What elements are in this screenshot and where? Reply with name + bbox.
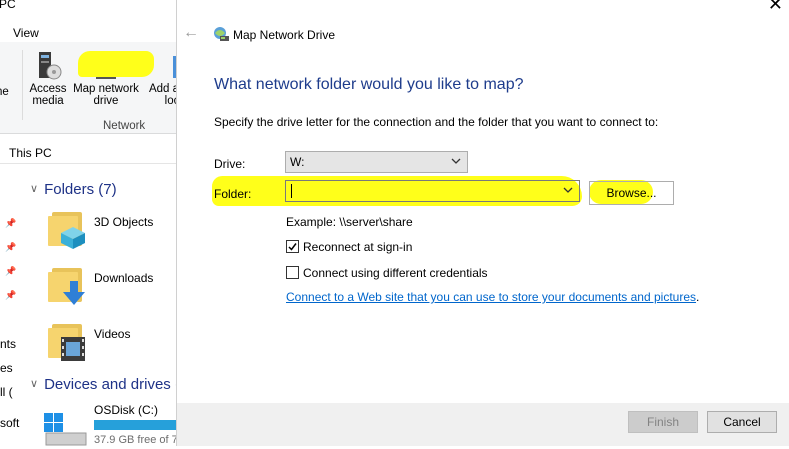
credentials-label: Connect using different credentials bbox=[303, 266, 488, 280]
dialog-instruction: Specify the drive letter for the connect… bbox=[214, 115, 659, 129]
credentials-checkbox[interactable] bbox=[286, 266, 299, 279]
nav-pane-item[interactable]: es bbox=[0, 361, 13, 375]
3d-objects-folder-icon bbox=[48, 208, 88, 249]
folders-group-header[interactable]: ∨ Folders (7) bbox=[30, 181, 117, 198]
chevron-down-icon bbox=[451, 158, 461, 164]
ribbon-highlight-mark bbox=[78, 51, 154, 77]
access-media-label-2: media bbox=[32, 95, 64, 107]
credentials-checkbox-row[interactable]: Connect using different credentials bbox=[286, 266, 488, 280]
cancel-button[interactable]: Cancel bbox=[707, 411, 777, 433]
web-site-link[interactable]: Connect to a Web site that you can use t… bbox=[286, 290, 696, 304]
folder-path-combobox[interactable] bbox=[285, 180, 580, 202]
browse-button[interactable]: Browse... bbox=[589, 181, 674, 205]
chevron-down-icon: ∨ bbox=[30, 183, 39, 195]
ribbon-edge-label[interactable]: ne bbox=[0, 86, 9, 98]
nav-pane-item[interactable]: soft bbox=[0, 416, 19, 430]
map-drive-label-2: drive bbox=[93, 95, 119, 107]
finish-button[interactable]: Finish bbox=[628, 411, 698, 433]
folder-item-downloads[interactable]: Downloads bbox=[94, 271, 153, 285]
folder-item-3d-objects[interactable]: 3D Objects bbox=[94, 215, 153, 229]
media-icon bbox=[33, 50, 63, 80]
pin-icon: 📌 bbox=[5, 218, 17, 228]
example-text: Example: \\server\share bbox=[286, 215, 413, 229]
drive-usage-bar bbox=[94, 420, 176, 430]
nav-pane-item[interactable]: nts bbox=[0, 337, 16, 351]
pin-icon: 📌 bbox=[5, 266, 17, 276]
devices-group-header[interactable]: ∨ Devices and drives ( bbox=[30, 376, 180, 393]
pin-icon: 📌 bbox=[5, 290, 17, 300]
folder-item-videos[interactable]: Videos bbox=[94, 327, 130, 341]
map-network-drive-dialog: ← Map Network Drive ✕ What network folde… bbox=[176, 0, 789, 446]
folders-group-label: Folders (7) bbox=[44, 181, 117, 198]
chevron-down-icon: ∨ bbox=[30, 378, 39, 390]
dialog-footer: Finish Cancel bbox=[177, 403, 789, 446]
address-text: This PC bbox=[9, 146, 52, 160]
menu-view[interactable]: View bbox=[13, 26, 39, 40]
downloads-folder-icon bbox=[48, 264, 88, 305]
dialog-title: Map Network Drive bbox=[233, 28, 336, 42]
drive-item-osdisk[interactable]: OSDisk (C:) bbox=[94, 403, 158, 417]
web-site-link-row: Connect to a Web site that you can use t… bbox=[286, 290, 699, 304]
pin-icon: 📌 bbox=[5, 242, 17, 252]
close-icon[interactable]: ✕ bbox=[768, 0, 783, 15]
link-trailing-period: . bbox=[696, 290, 700, 304]
drive-letter-value: W: bbox=[290, 155, 305, 169]
map-drive-label-1: Map network bbox=[73, 83, 139, 95]
drive-label: Drive: bbox=[214, 157, 246, 171]
chevron-down-icon bbox=[563, 187, 573, 193]
text-caret bbox=[291, 184, 292, 198]
nav-pane-item[interactable]: ll ( bbox=[0, 385, 13, 399]
access-media-label-1: Access bbox=[29, 83, 67, 95]
ribbon-separator bbox=[22, 50, 23, 120]
ribbon-group-network: Network bbox=[103, 120, 146, 132]
back-arrow-icon[interactable]: ← bbox=[183, 24, 199, 42]
reconnect-checkbox-row[interactable]: Reconnect at sign-in bbox=[286, 240, 412, 254]
folder-label: Folder: bbox=[214, 187, 252, 201]
videos-folder-icon bbox=[48, 320, 88, 361]
osdisk-drive-icon bbox=[44, 403, 88, 446]
devices-group-label: Devices and drives ( bbox=[44, 376, 180, 393]
address-bar[interactable]: This PC bbox=[0, 142, 176, 164]
access-media-button[interactable]: Access media bbox=[28, 50, 68, 107]
reconnect-label: Reconnect at sign-in bbox=[303, 240, 413, 254]
reconnect-checkbox[interactable] bbox=[286, 240, 299, 253]
network-drive-icon bbox=[212, 25, 230, 43]
dialog-heading: What network folder would you like to ma… bbox=[214, 76, 524, 93]
drive-letter-dropdown[interactable]: W: bbox=[285, 151, 468, 173]
checkmark-icon bbox=[288, 243, 297, 251]
